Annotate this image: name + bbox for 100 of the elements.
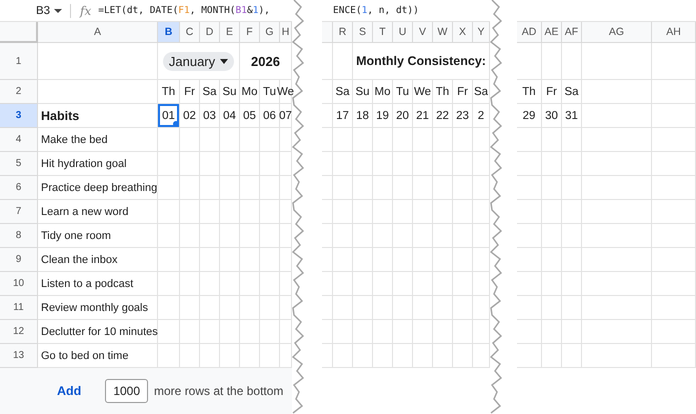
empty-cell — [322, 248, 333, 272]
row-header[interactable]: 11 — [0, 296, 38, 320]
empty-cell — [582, 344, 652, 368]
empty-cell — [240, 296, 260, 320]
row-header[interactable]: 13 — [0, 344, 38, 368]
date-cell[interactable]: 22 — [433, 104, 453, 128]
row-header[interactable]: 6 — [0, 176, 38, 200]
column-header[interactable]: D — [200, 22, 220, 43]
empty-cell — [353, 128, 373, 152]
date-cell[interactable]: 23 — [453, 104, 473, 128]
empty-cell — [373, 176, 393, 200]
row-header[interactable]: 2 — [0, 80, 38, 104]
table-cell: Listen to a podcast — [38, 272, 158, 296]
column-header[interactable]: B — [158, 22, 180, 43]
empty-cell — [582, 320, 652, 344]
date-cell[interactable]: 02 — [180, 104, 200, 128]
column-header[interactable]: W — [433, 22, 453, 43]
column-header[interactable]: AE — [542, 22, 562, 43]
column-header[interactable]: R — [333, 22, 353, 43]
column-header[interactable]: U — [393, 22, 413, 43]
formula-text[interactable]: =LET(dt, DATE(F1, MONTH(B1&1), — [98, 5, 270, 16]
empty-cell — [562, 248, 582, 272]
column-header[interactable]: A — [38, 22, 158, 43]
empty-cell — [353, 200, 373, 224]
row-header[interactable]: 10 — [0, 272, 38, 296]
table-cell: Tidy one room — [38, 224, 158, 248]
column-header[interactable]: S — [353, 22, 373, 43]
empty-cell — [652, 248, 696, 272]
empty-cell — [413, 248, 433, 272]
empty-cell — [240, 272, 260, 296]
date-cell[interactable]: 17 — [333, 104, 353, 128]
empty-cell — [413, 176, 433, 200]
row-header[interactable]: 12 — [0, 320, 38, 344]
empty-cell — [582, 176, 652, 200]
date-cell[interactable]: 05 — [240, 104, 260, 128]
empty-cell — [180, 320, 200, 344]
date-cell[interactable]: 18 — [353, 104, 373, 128]
row-header[interactable]: 3 — [0, 104, 38, 128]
sheet-title: Monthly Consistency: — [356, 54, 486, 68]
empty-cell — [433, 272, 453, 296]
formula-text[interactable]: ENCE(1, n, dt)) — [333, 5, 419, 16]
column-header[interactable]: V — [413, 22, 433, 43]
date-cell[interactable]: 29 — [517, 104, 542, 128]
empty-cell — [542, 200, 562, 224]
empty-cell — [220, 224, 240, 248]
column-header[interactable]: AF — [562, 22, 582, 43]
weekday-cell: Fr — [453, 80, 473, 104]
row-header[interactable]: 9 — [0, 248, 38, 272]
empty-cell — [542, 224, 562, 248]
input-field[interactable]: 1000 — [105, 379, 148, 403]
empty-cell — [413, 128, 433, 152]
column-header[interactable]: F — [240, 22, 260, 43]
date-cell[interactable]: 04 — [220, 104, 240, 128]
empty-cell — [158, 272, 180, 296]
column-header[interactable]: AD — [517, 22, 542, 43]
row-header[interactable]: 4 — [0, 128, 38, 152]
month-dropdown[interactable]: January — [162, 52, 234, 70]
empty-cell — [373, 200, 393, 224]
date-cell[interactable]: 19 — [373, 104, 393, 128]
empty-cell — [517, 176, 542, 200]
column-header[interactable]: Y — [473, 22, 490, 43]
row-header[interactable]: 8 — [0, 224, 38, 248]
empty-cell — [582, 128, 652, 152]
empty-cell — [393, 272, 413, 296]
empty-cell — [260, 224, 280, 248]
column-header[interactable]: H — [280, 22, 292, 43]
empty-cell — [260, 200, 280, 224]
empty-cell — [200, 320, 220, 344]
add-rows-link[interactable]: Add — [57, 384, 82, 398]
column-header[interactable]: T — [373, 22, 393, 43]
empty-cell — [517, 344, 542, 368]
date-cell[interactable]: 31 — [562, 104, 582, 128]
empty-cell — [260, 176, 280, 200]
date-cell[interactable]: 30 — [542, 104, 562, 128]
row-header[interactable]: 7 — [0, 200, 38, 224]
date-cell[interactable]: 06 — [260, 104, 280, 128]
caret-icon[interactable] — [54, 8, 62, 12]
row-header[interactable]: 1 — [0, 43, 38, 80]
date-cell[interactable]: 01 — [158, 104, 180, 128]
column-header[interactable]: AH — [652, 22, 696, 43]
name-box[interactable]: B3 — [0, 4, 52, 16]
column-header[interactable]: AG — [582, 22, 652, 43]
empty-cell — [322, 80, 333, 104]
empty-cell — [473, 200, 490, 224]
row-header[interactable]: 5 — [0, 152, 38, 176]
date-cell[interactable]: 03 — [200, 104, 220, 128]
date-cell[interactable]: 20 — [393, 104, 413, 128]
empty-cell — [158, 320, 180, 344]
column-header[interactable]: C — [180, 22, 200, 43]
date-cell[interactable]: 2 — [473, 104, 490, 128]
column-header[interactable]: E — [220, 22, 240, 43]
empty-cell — [453, 344, 473, 368]
date-cell[interactable]: 21 — [413, 104, 433, 128]
empty-cell — [322, 176, 333, 200]
weekday-cell: Sa — [562, 80, 582, 104]
date-cell[interactable]: 07 — [280, 104, 292, 128]
empty-cell — [280, 320, 292, 344]
column-header[interactable]: G — [260, 22, 280, 43]
empty-cell — [353, 152, 373, 176]
column-header[interactable]: X — [453, 22, 473, 43]
